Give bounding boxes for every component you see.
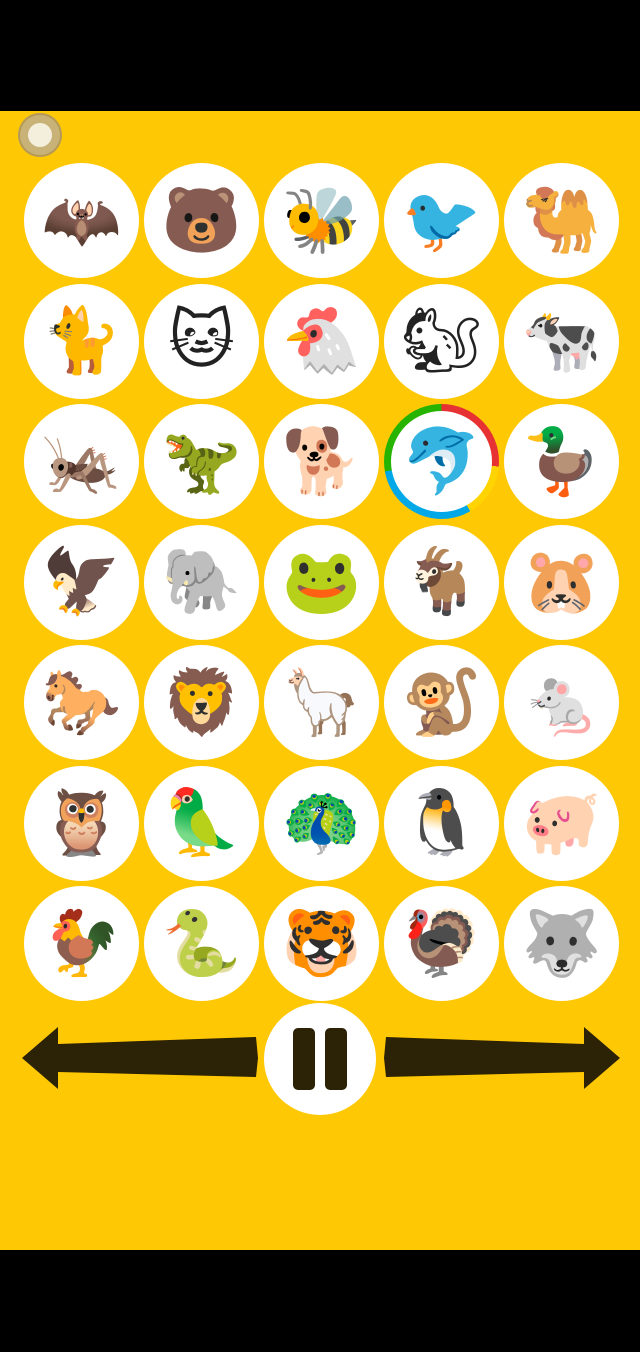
chicken-icon: 🐔 xyxy=(281,304,362,378)
dinosaur-icon: 🦖 xyxy=(161,424,242,499)
llama-icon: 🦙 xyxy=(281,665,362,740)
horse-icon: 🐎 xyxy=(41,665,122,740)
hamster-icon: 🐹 xyxy=(521,545,602,619)
animal-button-mouse[interactable]: 🐁 xyxy=(504,645,619,760)
animal-button-peacock[interactable]: 🦚 xyxy=(264,765,379,881)
status-bar xyxy=(0,0,640,111)
animal-button-penguin[interactable]: 🐧 xyxy=(384,765,499,881)
pause-button[interactable] xyxy=(264,1003,376,1115)
camel-icon: 🐫 xyxy=(521,183,602,258)
animal-button-wolf[interactable]: 🐺 xyxy=(504,886,619,1001)
animal-button-elephant[interactable]: 🐘 xyxy=(144,524,259,640)
tiger-icon: 🐯 xyxy=(281,906,362,981)
dog-icon: 🐕 xyxy=(281,424,362,499)
monkey-icon: 🐒 xyxy=(401,665,482,740)
animal-button-cricket[interactable]: 🦗 xyxy=(24,404,139,519)
animal-button-owl[interactable]: 🦉 xyxy=(24,765,139,881)
goat-icon: 🐐 xyxy=(401,545,482,619)
animal-button-dolphin[interactable]: 🐬 xyxy=(384,404,499,519)
penguin-icon: 🐧 xyxy=(401,786,482,860)
pause-icon xyxy=(293,1028,315,1090)
arrow-right-icon[interactable] xyxy=(380,1027,620,1089)
animal-button-pig[interactable]: 🐖 xyxy=(504,765,619,881)
animal-button-tiger[interactable]: 🐯 xyxy=(264,886,379,1001)
navigation-bar xyxy=(0,1250,640,1352)
animal-button-cow[interactable]: 🐄 xyxy=(504,283,619,399)
animal-button-turkey[interactable]: 🦃 xyxy=(384,886,499,1001)
eagle-icon: 🦅 xyxy=(41,545,122,619)
bear-icon: 🐻 xyxy=(161,183,242,258)
parrot-icon: 🦜 xyxy=(161,786,242,860)
animal-button-lion[interactable]: 🦁 xyxy=(144,645,259,760)
animal-button-black-cat[interactable]: 🐈 xyxy=(24,283,139,399)
frog-icon: 🐸 xyxy=(281,545,362,619)
settings-button[interactable] xyxy=(18,113,76,157)
animal-button-chipmunk[interactable]: 🐿 xyxy=(384,283,499,399)
animal-button-duck[interactable]: 🦆 xyxy=(504,404,619,519)
animal-button-horse[interactable]: 🐎 xyxy=(24,645,139,760)
cat-icon: 🐱 xyxy=(168,304,235,378)
animal-button-bat[interactable]: 🦇 xyxy=(24,163,139,278)
dolphin-icon: 🐬 xyxy=(401,424,482,499)
turkey-icon: 🦃 xyxy=(401,906,482,981)
peacock-icon: 🦚 xyxy=(281,786,362,860)
animal-button-hamster[interactable]: 🐹 xyxy=(504,524,619,640)
chipmunk-icon: 🐿 xyxy=(400,304,483,378)
animal-button-bear[interactable]: 🐻 xyxy=(144,163,259,278)
animal-button-bee[interactable]: 🐝 xyxy=(264,163,379,278)
animal-button-chicken[interactable]: 🐔 xyxy=(264,283,379,399)
animal-button-parrot[interactable]: 🦜 xyxy=(144,765,259,881)
animal-button-dinosaur[interactable]: 🦖 xyxy=(144,404,259,519)
rooster-icon: 🐓 xyxy=(41,906,122,981)
animal-button-camel[interactable]: 🐫 xyxy=(504,163,619,278)
bat-icon: 🦇 xyxy=(41,183,122,258)
bee-icon: 🐝 xyxy=(281,183,362,258)
black-cat-icon: 🐈 xyxy=(41,304,122,378)
playback-controls xyxy=(0,999,640,1129)
animal-button-rooster[interactable]: 🐓 xyxy=(24,886,139,1001)
lion-icon: 🦁 xyxy=(161,665,242,740)
animal-button-eagle[interactable]: 🦅 xyxy=(24,524,139,640)
pig-icon: 🐖 xyxy=(521,786,602,860)
animal-sounds-screen: 🦇 🐻 🐝 🐦 🐫 🐈 🐱 🐔 🐿 🐄 🦗 🦖 🐕 🐬 🦆 🦅 🐘 🐸 🐐 🐹 🐎 🦁 🦙 🐒 🐁 🦉 🦜 🦚 🐧 🐖 🐓 🐍 🐯 🦃 🐺 xyxy=(0,111,640,1250)
animal-button-dog[interactable]: 🐕 xyxy=(264,404,379,519)
owl-icon: 🦉 xyxy=(41,786,122,860)
snake-icon: 🐍 xyxy=(161,906,242,981)
duck-icon: 🦆 xyxy=(521,424,602,499)
cricket-icon: 🦗 xyxy=(41,424,122,499)
cardinal-icon: 🐦 xyxy=(401,183,482,258)
mouse-icon: 🐁 xyxy=(521,665,602,740)
animal-button-frog[interactable]: 🐸 xyxy=(264,524,379,640)
animal-button-goat[interactable]: 🐐 xyxy=(384,524,499,640)
cow-icon: 🐄 xyxy=(521,304,602,378)
animal-button-snake[interactable]: 🐍 xyxy=(144,886,259,1001)
wolf-icon: 🐺 xyxy=(521,906,602,981)
arrow-left-icon[interactable] xyxy=(22,1027,262,1089)
animal-button-cardinal[interactable]: 🐦 xyxy=(384,163,499,278)
elephant-icon: 🐘 xyxy=(161,545,242,619)
animal-button-llama[interactable]: 🦙 xyxy=(264,645,379,760)
animal-button-cat[interactable]: 🐱 xyxy=(144,283,259,399)
animal-button-monkey[interactable]: 🐒 xyxy=(384,645,499,760)
